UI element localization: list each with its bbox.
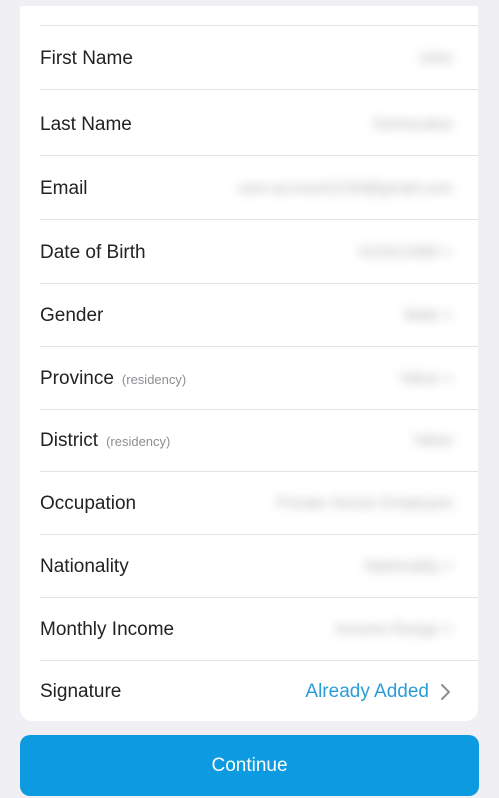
row-value-blurred: Male > [404, 306, 453, 324]
row-label: Signature [40, 681, 122, 702]
row-label: Date of Birth [40, 241, 146, 263]
row-signature[interactable]: Signature Already Added [40, 661, 478, 723]
row-monthly-income[interactable]: Monthly Income Income Range > [40, 599, 478, 661]
row-district[interactable]: District (residency) Value [40, 410, 478, 472]
row-value-blurred: Income Range > [335, 620, 453, 638]
row-label: Monthly Income [40, 618, 175, 640]
row-hint: (residency) [106, 434, 171, 449]
top-divider [40, 25, 478, 26]
row-label: Gender [40, 304, 104, 326]
row-label: Occupation [40, 492, 137, 514]
screen: First Name John Last Name Somevalue Emai… [0, 0, 499, 798]
row-label: Nationality [40, 555, 129, 577]
details-card: First Name John Last Name Somevalue Emai… [20, 6, 478, 721]
row-gender[interactable]: Gender Male > [40, 285, 478, 347]
row-label: First Name [40, 47, 133, 69]
row-value-blurred: Private Sector Employee [276, 494, 453, 512]
row-value-blurred: Value > [399, 369, 453, 387]
row-first-name[interactable]: First Name John [40, 28, 478, 90]
row-email[interactable]: Email user.account1234@gmail.com [40, 158, 478, 220]
row-value-blurred: Somevalue [372, 115, 453, 133]
signature-status: Already Added [305, 681, 429, 702]
row-value-blurred: user.account1234@gmail.com [237, 179, 453, 197]
row-occupation[interactable]: Occupation Private Sector Employee [40, 473, 478, 535]
row-label: Email [40, 177, 88, 199]
row-label: Last Name [40, 113, 132, 135]
chevron-right-icon [437, 682, 453, 702]
row-label: Province [40, 367, 114, 389]
signature-status-link[interactable]: Already Added [305, 681, 453, 703]
row-date-of-birth[interactable]: Date of Birth 01/01/1990 > [40, 222, 478, 284]
row-label: District [40, 429, 99, 451]
row-hint: (residency) [121, 372, 187, 387]
row-value-blurred: John [418, 49, 453, 67]
row-value-blurred: 01/01/1990 > [359, 243, 453, 261]
row-value-blurred: Value [413, 431, 453, 449]
row-value-blurred: Nationality > [364, 557, 454, 575]
row-last-name[interactable]: Last Name Somevalue [40, 94, 478, 156]
continue-button[interactable]: Continue [20, 735, 479, 796]
row-nationality[interactable]: Nationality Nationality > [40, 536, 478, 598]
row-province[interactable]: Province (residency) Value > [40, 348, 478, 410]
